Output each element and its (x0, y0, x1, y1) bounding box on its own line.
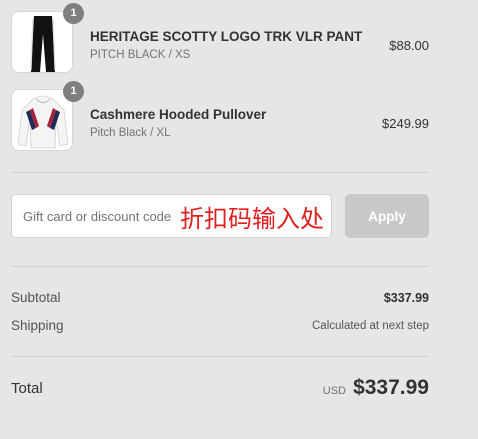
quantity-badge: 1 (63, 3, 84, 24)
product-variant: PITCH BLACK / XS (90, 49, 191, 61)
subtotal-value: $337.99 (383, 291, 429, 305)
product-thumbnail (11, 89, 73, 151)
section-divider (11, 266, 429, 267)
product-variant: Pitch Black / XL (90, 127, 171, 139)
discount-code-input[interactable] (11, 194, 332, 238)
product-price: $249.99 (382, 116, 429, 131)
product-thumbnail (11, 11, 73, 73)
hooded-pullover-icon (12, 90, 72, 150)
section-divider (11, 356, 429, 357)
product-name: HERITAGE SCOTTY LOGO TRK VLR PANT (90, 29, 363, 44)
currency-code: USD (322, 385, 346, 397)
cart-item: 1 Cashmere Hooded Pullover Pitch Black /… (11, 81, 429, 151)
section-divider (11, 172, 429, 173)
cart-item: 1 HERITAGE SCOTTY LOGO TRK VLR PANT PITC… (11, 3, 429, 73)
shipping-label: Shipping (11, 318, 64, 333)
product-name: Cashmere Hooded Pullover (90, 107, 267, 122)
total-amount: $337.99 (353, 376, 429, 399)
subtotal-label: Subtotal (11, 290, 61, 305)
shipping-value: Calculated at next step (312, 320, 429, 332)
apply-button[interactable]: Apply (345, 194, 429, 238)
product-price: $88.00 (389, 38, 429, 53)
total-label: Total (11, 380, 43, 397)
track-pants-icon (12, 12, 72, 72)
quantity-badge: 1 (63, 81, 84, 102)
